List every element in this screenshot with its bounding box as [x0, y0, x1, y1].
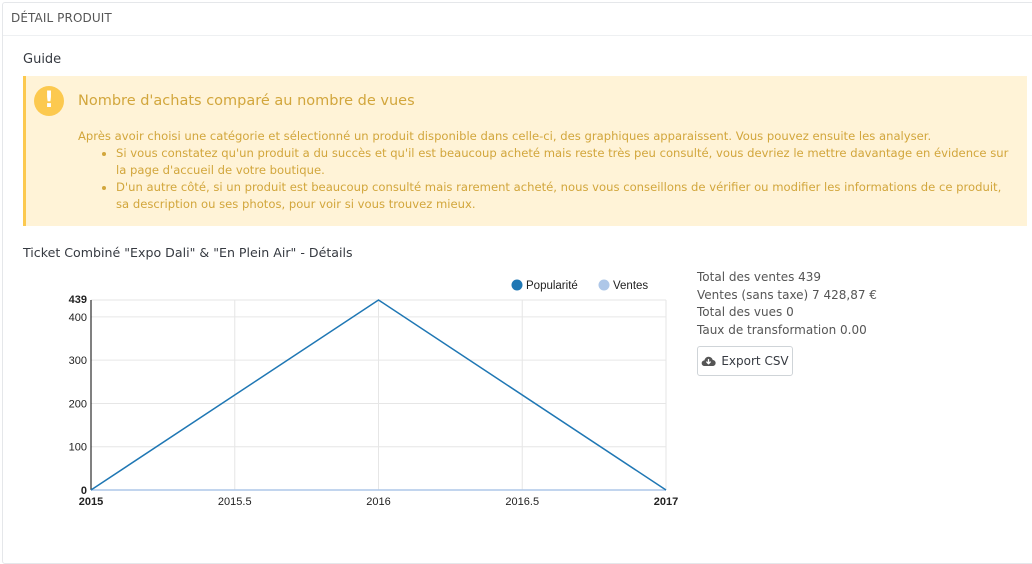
y-tick-label: 100 [69, 442, 87, 454]
alert-bullet-list: Si vous constatez qu'un produit a du suc… [78, 145, 1018, 213]
y-tick-label: 400 [69, 312, 87, 324]
product-stats: Total des ventes 439 Ventes (sans taxe) … [697, 269, 877, 339]
stat-sales-excl-tax: Ventes (sans taxe) 7 428,87 € [697, 287, 877, 302]
x-tick-label: 2016.5 [505, 496, 539, 508]
y-tick-label: 300 [69, 355, 87, 367]
legend-label: Popularité [526, 280, 578, 292]
x-tick-label: 2016 [366, 496, 390, 508]
alert-intro: Après avoir choisi une catégorie et séle… [78, 129, 932, 143]
guide-alert: ! Nombre d'achats comparé au nombre de v… [23, 76, 1027, 226]
x-tick-label: 2015 [79, 496, 103, 508]
x-tick-label: 2015.5 [218, 496, 252, 508]
legend-marker [598, 279, 610, 291]
export-csv-label: Export CSV [721, 354, 789, 368]
cloud-download-icon [701, 356, 716, 367]
product-chart-title: Ticket Combiné "Expo Dali" & "En Plein A… [23, 245, 353, 260]
exclamation-icon: ! [34, 86, 64, 116]
alert-title: Nombre d'achats comparé au nombre de vue… [78, 93, 415, 109]
alert-bullet: Si vous constatez qu'un produit a du suc… [116, 145, 1018, 179]
alert-body: Après avoir choisi une catégorie et séle… [78, 128, 1018, 213]
product-detail-panel: DÉTAIL PRODUIT Guide ! Nombre d'achats c… [2, 2, 1032, 564]
popularity-sales-chart: 01002003004004392015 2015.5 2016 2016.5 2017… [69, 279, 678, 508]
y-tick-label: 439 [69, 294, 87, 306]
export-csv-button[interactable]: Export CSV [697, 346, 793, 376]
stat-conversion-rate: Taux de transformation 0.00 [697, 322, 867, 337]
alert-bullet: D'un autre côté, si un produit est beauc… [116, 179, 1018, 213]
y-tick-label: 200 [69, 398, 87, 410]
legend-label: Ventes [613, 280, 648, 292]
stat-total-views: Total des vues 0 [697, 305, 794, 319]
panel-heading: DÉTAIL PRODUIT [3, 3, 1032, 36]
legend-marker [511, 279, 523, 291]
stat-total-sales: Total des ventes 439 [697, 270, 822, 284]
guide-title: Guide [23, 52, 62, 67]
x-tick-label: 2017 [654, 496, 678, 508]
